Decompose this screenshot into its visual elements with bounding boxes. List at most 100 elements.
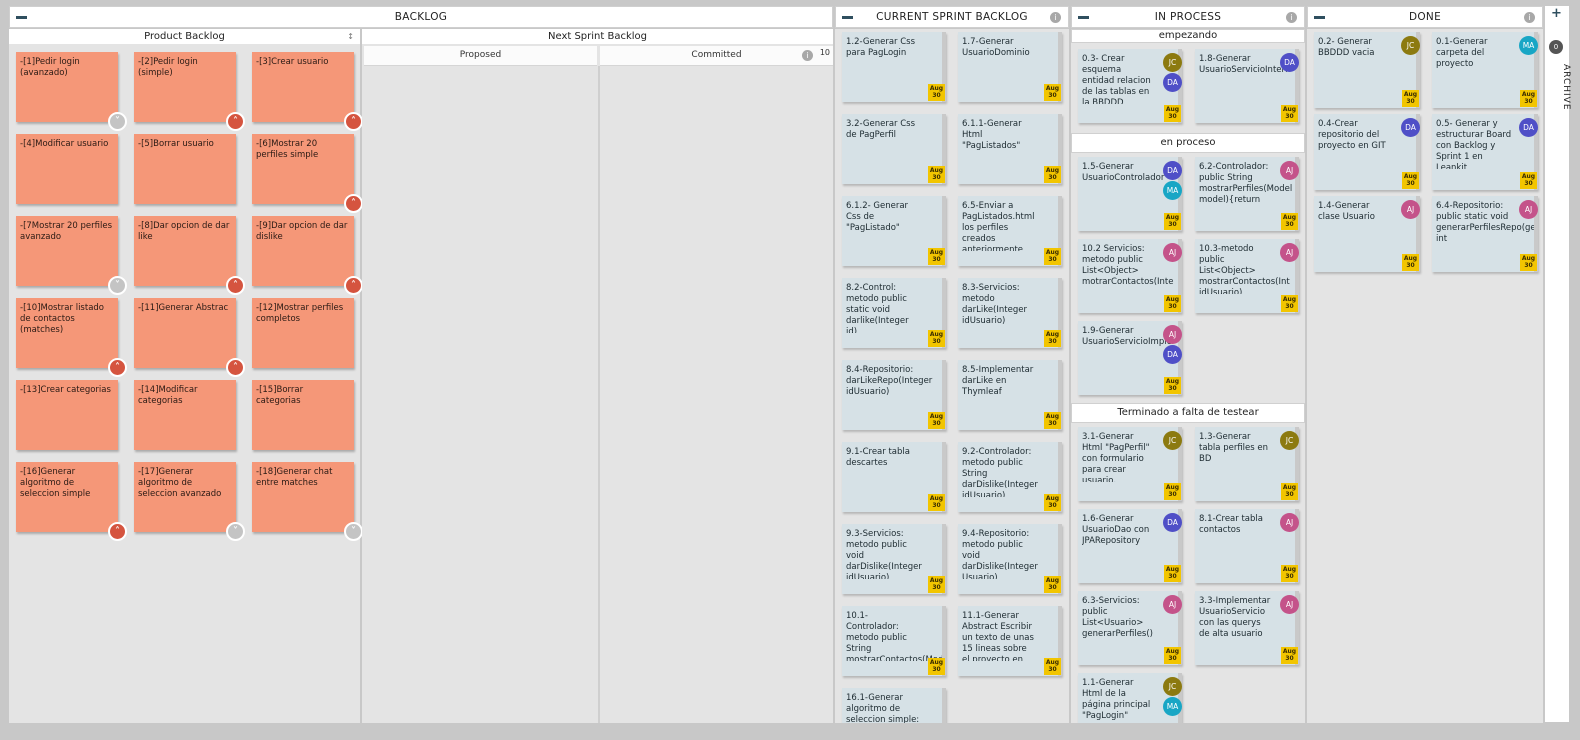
expand-up-icon[interactable]: ˄ (108, 522, 127, 541)
task-card[interactable]: 8.4-Repositorio: darLikeRepo(Integer idU… (842, 360, 946, 430)
user-avatar[interactable]: JC (1163, 677, 1182, 696)
backlog-card[interactable]: -[1]Pedir login (avanzado) (16, 52, 118, 122)
user-avatar[interactable]: DA (1163, 161, 1182, 180)
expand-up-icon[interactable]: ˄ (344, 194, 363, 213)
collapse-backlog-icon[interactable] (16, 16, 27, 19)
backlog-card[interactable]: -[12]Mostrar perfiles completos (252, 298, 354, 368)
collapse-inprocess-icon[interactable] (1078, 16, 1089, 19)
user-avatar[interactable]: DA (1163, 345, 1182, 364)
task-card[interactable]: 8.1-Crear tabla contactos AJ Aug 30 (1195, 509, 1299, 583)
collapse-sprint-icon[interactable] (842, 16, 853, 19)
task-card[interactable]: 0.3- Crear esquema entidad relacion de l… (1078, 49, 1182, 123)
user-avatar[interactable]: AJ (1519, 200, 1538, 219)
task-card[interactable]: 1.8-Generar UsuarioServicioInterf DA Aug 30 (1195, 49, 1299, 123)
task-card[interactable]: 6.4-Repositorio: public static void gene… (1432, 196, 1538, 272)
user-avatar[interactable]: AJ (1280, 243, 1299, 262)
task-card[interactable]: 1.7-Generar UsuarioDominio Aug 30 (958, 32, 1062, 102)
collapse-done-icon[interactable] (1314, 16, 1325, 19)
backlog-card[interactable]: -[13]Crear categorias (16, 380, 118, 450)
task-card[interactable]: 8.2-Control: metodo public static void d… (842, 278, 946, 348)
task-card[interactable]: 1.4-Generar clase Usuario AJ Aug 30 (1314, 196, 1420, 272)
user-avatar[interactable]: AJ (1401, 200, 1420, 219)
task-card[interactable]: 3.2-Generar Css de PagPerfil Aug 30 (842, 114, 946, 184)
user-avatar[interactable]: DA (1163, 513, 1182, 532)
task-card[interactable]: 10.3-metodo public List<Object> mostrarC… (1195, 239, 1299, 313)
task-card[interactable]: 11.1-Generar Abstract Escribir un texto … (958, 606, 1062, 676)
user-avatar[interactable]: AJ (1280, 513, 1299, 532)
user-avatar[interactable]: MA (1163, 697, 1182, 716)
task-card[interactable]: 6.1.1-Generar Html "PagListados" Aug 30 (958, 114, 1062, 184)
backlog-card[interactable]: -[18]Generar chat entre matches (252, 462, 354, 532)
lane-empezando[interactable]: empezando (1071, 29, 1305, 43)
task-card[interactable]: 10.1-Controlador: metodo public String m… (842, 606, 946, 676)
backlog-card[interactable]: -[3]Crear usuario (252, 52, 354, 122)
user-avatar[interactable]: JC (1280, 431, 1299, 450)
user-avatar[interactable]: DA (1401, 118, 1420, 137)
sort-icon[interactable]: ↕ (347, 29, 354, 44)
backlog-card[interactable]: -[8]Dar opcion de dar like (134, 216, 236, 286)
task-card[interactable]: 0.5- Generar y estructurar Board con Bac… (1432, 114, 1538, 190)
backlog-card[interactable]: -[9]Dar opcion de dar dislike (252, 216, 354, 286)
info-icon[interactable]: i (1524, 12, 1535, 23)
backlog-card[interactable]: -[5]Borrar usuario (134, 134, 236, 204)
expand-down-icon[interactable]: ˅ (344, 522, 363, 541)
archive-label[interactable]: ARCHIVE (1561, 64, 1571, 111)
backlog-card[interactable]: -[17]Generar algoritmo de seleccion avan… (134, 462, 236, 532)
user-avatar[interactable]: DA (1280, 53, 1299, 72)
task-card[interactable]: 10.2 Servicios: metodo public List<Objec… (1078, 239, 1182, 313)
user-avatar[interactable]: JC (1163, 53, 1182, 72)
task-card[interactable]: 8.3-Servicios: metodo darLike(Integer id… (958, 278, 1062, 348)
task-card[interactable]: 9.1-Crear tabla descartes Aug 30 (842, 442, 946, 512)
info-icon[interactable]: i (1050, 12, 1061, 23)
task-card[interactable]: 1.1-Generar Html de la página principal … (1078, 673, 1182, 723)
backlog-card[interactable]: -[6]Mostrar 20 perfiles simple (252, 134, 354, 204)
task-card[interactable]: 1.6-Generar UsuarioDao con JPARepository… (1078, 509, 1182, 583)
user-avatar[interactable]: JC (1163, 431, 1182, 450)
plus-icon[interactable]: + (1551, 6, 1562, 21)
task-card[interactable]: 0.1-Generar carpeta del proyecto MA Aug 30 (1432, 32, 1538, 108)
user-avatar[interactable]: DA (1519, 118, 1538, 137)
user-avatar[interactable]: AJ (1163, 595, 1182, 614)
info-icon[interactable]: i (802, 50, 813, 61)
task-card[interactable]: 9.4-Repositorio: metodo public void darD… (958, 524, 1062, 594)
task-card[interactable]: 1.5-Generar UsuarioControlador DA MA Aug 30 (1078, 157, 1182, 231)
user-avatar[interactable]: MA (1519, 36, 1538, 55)
backlog-card[interactable]: -[7Mostrar 20 perfiles avanzado (16, 216, 118, 286)
task-card[interactable]: 0.4-Crear repositorio del proyecto en GI… (1314, 114, 1420, 190)
lane-terminado[interactable]: Terminado a falta de testear (1071, 403, 1305, 423)
task-card[interactable]: 6.2-Controlador: public String mostrarPe… (1195, 157, 1299, 231)
task-card[interactable]: 9.3-Servicios: metodo public void darDis… (842, 524, 946, 594)
user-avatar[interactable]: JC (1401, 36, 1420, 55)
backlog-card[interactable]: -[4]Modificar usuario (16, 134, 118, 204)
user-avatar[interactable]: AJ (1280, 595, 1299, 614)
user-avatar[interactable]: DA (1163, 73, 1182, 92)
task-card[interactable]: 1.2-Generar Css para PagLogin Aug 30 (842, 32, 946, 102)
expand-up-icon[interactable]: ˄ (108, 358, 127, 377)
backlog-card[interactable]: -[15]Borrar categorias (252, 380, 354, 450)
info-icon[interactable]: i (1286, 12, 1297, 23)
task-card[interactable]: 3.1-Generar Html "PagPerfil" con formula… (1078, 427, 1182, 501)
user-avatar[interactable]: MA (1163, 181, 1182, 200)
task-card[interactable]: 6.1.2- Generar Css de "PagListado" Aug 30 (842, 196, 946, 266)
task-card[interactable]: 6.3-Servicios: public List<Usuario> gene… (1078, 591, 1182, 665)
expand-up-icon[interactable]: ˄ (226, 276, 245, 295)
backlog-card[interactable]: -[11]Generar Abstrac (134, 298, 236, 368)
expand-up-icon[interactable]: ˄ (226, 358, 245, 377)
backlog-card[interactable]: -[16]Generar algoritmo de seleccion simp… (16, 462, 118, 532)
expand-up-icon[interactable]: ˄ (344, 276, 363, 295)
backlog-card[interactable]: -[2]Pedir login (simple) (134, 52, 236, 122)
user-avatar[interactable]: AJ (1280, 161, 1299, 180)
task-card[interactable]: 16.1-Generar algoritmo de seleccion simp… (842, 688, 946, 723)
expand-up-icon[interactable]: ˄ (344, 112, 363, 131)
lane-en-proceso[interactable]: en proceso (1071, 133, 1305, 153)
user-avatar[interactable]: AJ (1163, 325, 1182, 344)
task-card[interactable]: 1.9-Generar UsuarioServicioImple AJ DA Aug 3… (1078, 321, 1182, 395)
task-card[interactable]: 3.3-Implementar UsuarioServicio con las … (1195, 591, 1299, 665)
user-avatar[interactable]: AJ (1163, 243, 1182, 262)
expand-down-icon[interactable]: ˅ (108, 112, 127, 131)
task-card[interactable]: 1.3-Generar tabla perfiles en BD JC Aug 30 (1195, 427, 1299, 501)
task-card[interactable]: 9.2-Controlador: metodo public String da… (958, 442, 1062, 512)
task-card[interactable]: 0.2- Generar BBDDD vacia JC Aug 30 (1314, 32, 1420, 108)
expand-down-icon[interactable]: ˅ (108, 276, 127, 295)
task-card[interactable]: 8.5-Implementar darLike en Thymleaf Aug 30 (958, 360, 1062, 430)
